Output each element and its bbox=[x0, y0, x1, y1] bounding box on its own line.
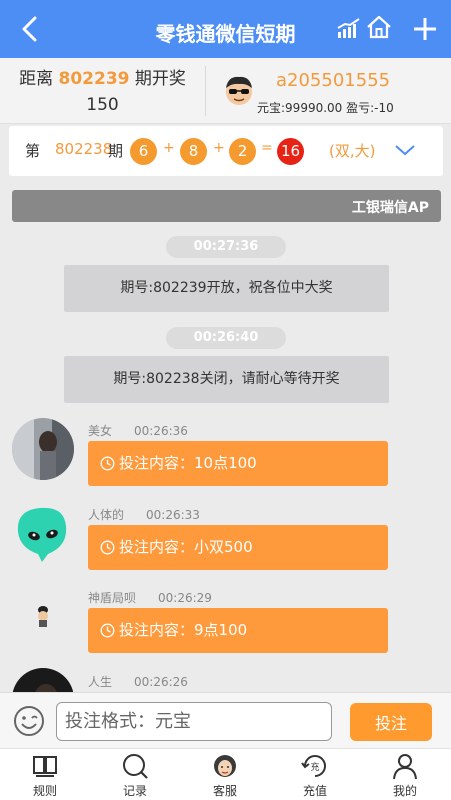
result-issue: 802238 bbox=[55, 140, 113, 158]
chat-nickname: 人体的 bbox=[88, 508, 125, 522]
clock-icon bbox=[100, 456, 115, 471]
tab-records[interactable]: 记录 bbox=[90, 749, 180, 800]
chat-time: 00:26:36 bbox=[134, 424, 188, 438]
result-ball-2: 8 bbox=[180, 138, 207, 165]
plus-sign: + bbox=[163, 140, 175, 156]
bet-bubble: 投注内容：10点100 bbox=[88, 441, 388, 486]
draw-countdown: 距离 802239 期开奖 150 bbox=[0, 66, 205, 118]
countdown-prefix: 距离 bbox=[19, 69, 54, 89]
chat-meta: 人体的 00:26:33 bbox=[88, 506, 200, 523]
home-icon[interactable] bbox=[366, 14, 392, 40]
bet-submit-button[interactable]: 投注 bbox=[350, 703, 432, 741]
chat-meta: 人生 00:26:26 bbox=[88, 673, 188, 690]
bet-bubble: 投注内容：9点100 bbox=[88, 608, 388, 653]
last-draw-result[interactable]: 第 802238 期 6 + 8 + 2 = 16 (双,大) bbox=[9, 126, 443, 176]
clock-icon bbox=[100, 623, 115, 638]
app-header: 零钱通微信短期 bbox=[0, 0, 451, 58]
tab-profile[interactable]: 我的 bbox=[360, 749, 450, 800]
tab-label: 客服 bbox=[212, 784, 237, 798]
plus-sign: + bbox=[213, 140, 225, 156]
svg-text:充: 充 bbox=[310, 761, 319, 773]
system-message: 期号:802238关闭，请耐心等待开奖 bbox=[64, 356, 389, 403]
bottom-tab-bar: 规则 记录 客服 充 充值 我的 bbox=[0, 748, 451, 800]
chat-avatar[interactable] bbox=[12, 585, 74, 647]
bet-content: 投注内容：小双500 bbox=[119, 538, 253, 556]
book-icon bbox=[33, 756, 57, 777]
chat-time: 00:26:29 bbox=[158, 591, 212, 605]
support-avatar-icon bbox=[214, 755, 236, 777]
user-icon bbox=[393, 754, 417, 780]
countdown-suffix: 期开奖 bbox=[134, 69, 186, 89]
bet-content: 投注内容：10点100 bbox=[119, 454, 257, 472]
notice-marquee: 工银瑞信AP bbox=[12, 190, 441, 222]
balance-summary: 元宝:99990.00 盈亏:-10 bbox=[257, 101, 394, 115]
bet-input-bar: 投注 bbox=[0, 692, 451, 748]
clock-icon bbox=[100, 540, 115, 555]
result-suffix: 期 bbox=[108, 142, 124, 160]
add-icon[interactable] bbox=[412, 16, 438, 42]
equals-sign: = bbox=[261, 140, 273, 156]
countdown-seconds: 150 bbox=[86, 95, 119, 115]
result-sum-ball: 16 bbox=[277, 138, 304, 165]
message-timestamp: 00:26:40 bbox=[166, 327, 286, 349]
chat-meta: 神盾局呗 00:26:29 bbox=[88, 589, 212, 606]
result-prefix: 第 bbox=[25, 142, 41, 160]
tab-recharge[interactable]: 充 充值 bbox=[270, 749, 360, 800]
recharge-icon: 充 bbox=[301, 755, 326, 777]
bet-input[interactable] bbox=[56, 702, 332, 741]
info-divider bbox=[205, 66, 206, 116]
chat-avatar[interactable] bbox=[12, 418, 74, 480]
tab-label: 充值 bbox=[302, 784, 327, 798]
chat-avatar[interactable] bbox=[12, 502, 74, 564]
result-tag: (双,大) bbox=[329, 142, 376, 160]
tab-label: 我的 bbox=[392, 784, 417, 798]
chat-meta: 美女 00:26:36 bbox=[88, 422, 188, 439]
search-icon bbox=[123, 754, 148, 779]
notice-text: 工银瑞信AP bbox=[351, 200, 429, 216]
bet-content: 投注内容：9点100 bbox=[119, 621, 248, 639]
countdown-issue: 802239 bbox=[58, 69, 130, 89]
user-avatar[interactable] bbox=[222, 74, 256, 108]
message-timestamp: 00:27:36 bbox=[166, 236, 286, 258]
tab-label: 规则 bbox=[32, 784, 57, 798]
result-ball-3: 2 bbox=[229, 138, 256, 165]
chat-nickname: 美女 bbox=[88, 424, 113, 438]
emoji-icon[interactable] bbox=[13, 705, 45, 737]
result-ball-1: 6 bbox=[130, 138, 157, 165]
tab-support[interactable]: 客服 bbox=[180, 749, 270, 800]
system-message: 期号:802239开放，祝各位中大奖 bbox=[64, 265, 389, 312]
tab-rules[interactable]: 规则 bbox=[0, 749, 90, 800]
chat-time: 00:26:33 bbox=[146, 508, 200, 522]
chat-time: 00:26:26 bbox=[134, 675, 188, 689]
username: a205501555 bbox=[276, 70, 391, 91]
chevron-down-icon[interactable] bbox=[393, 140, 417, 160]
bet-bubble: 投注内容：小双500 bbox=[88, 525, 388, 570]
tab-label: 记录 bbox=[122, 784, 147, 798]
info-bar: 距离 802239 期开奖 150 a205501555 元宝:99990.00… bbox=[0, 58, 451, 124]
chat-nickname: 神盾局呗 bbox=[88, 591, 137, 605]
chat-nickname: 人生 bbox=[88, 675, 113, 689]
trend-chart-icon[interactable] bbox=[336, 16, 362, 40]
